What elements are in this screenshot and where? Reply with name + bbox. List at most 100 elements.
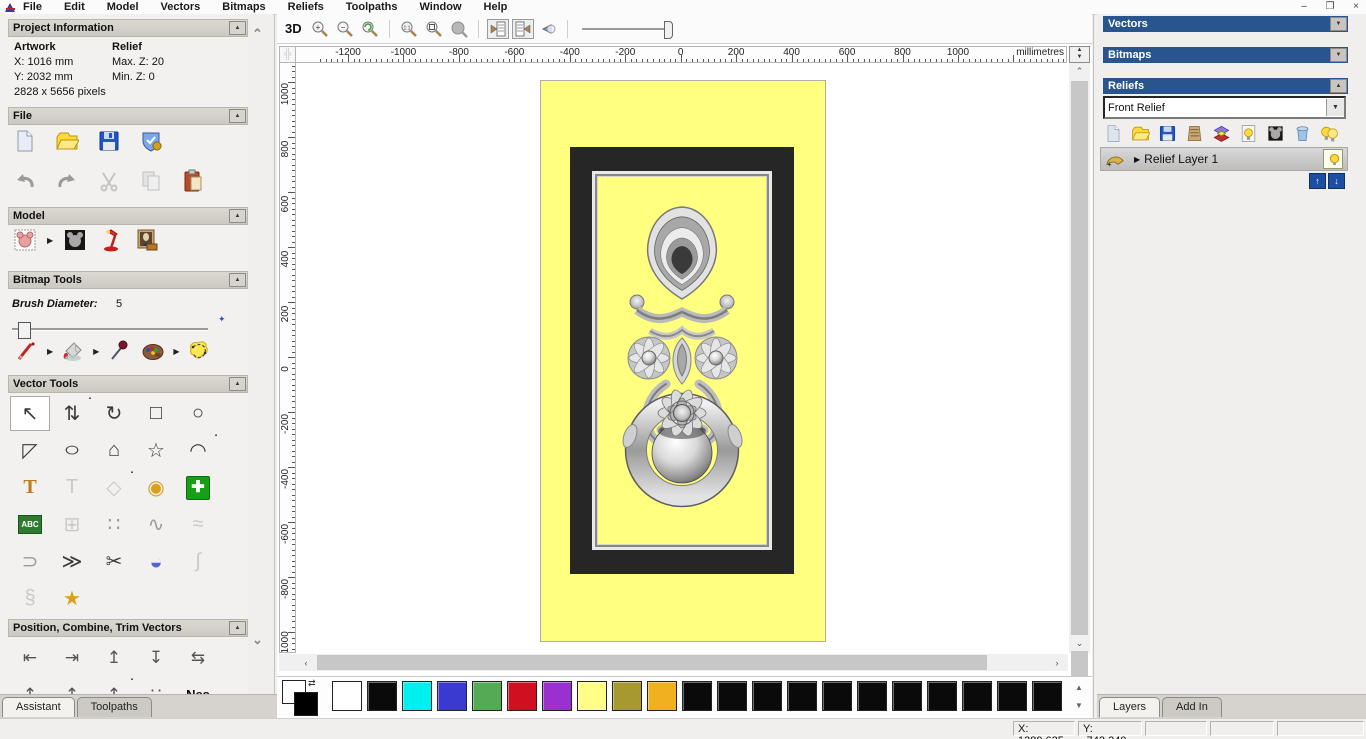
palette-swatch-19[interactable] [997,681,1027,711]
tool-align-vertical-2[interactable]: ↥ [52,677,92,696]
section-header-position-combine-trim[interactable]: Position, Combine, Trim Vectors ▲ [8,619,248,637]
menu-model[interactable]: Model [107,1,139,13]
tool-align-vertical-1[interactable]: ↥ [10,677,50,696]
scroll-left-icon[interactable]: ‹ [298,654,314,671]
zoom-1to1-icon[interactable]: 1:1 [398,18,420,40]
tab-toolpaths[interactable]: Toolpaths [76,697,152,717]
toggle-left-panel-icon[interactable] [486,18,509,39]
lighting-icon[interactable] [96,226,126,254]
tool-envelope-distort[interactable]: ⊞ [52,507,92,542]
collapse-section-icon[interactable]: ▲ [229,109,246,123]
merge-layers-icon[interactable] [1211,122,1232,144]
tool-select-vectors[interactable]: ↖ [10,396,50,431]
palette-scroll-down-icon[interactable]: ▼ [1072,699,1086,712]
paste-icon[interactable] [178,167,208,195]
tool-trim-vectors[interactable]: ✂ [94,544,134,579]
tab-layers[interactable]: Layers [1099,697,1161,717]
tool-create-arc[interactable]: ◠ ▪ [178,433,218,468]
tool-fillet-tool[interactable]: ◒ [136,544,176,579]
toggle-all-visibility-icon[interactable] [1319,122,1340,144]
tab-add-in[interactable]: Add In [1162,697,1222,717]
tool-nesting[interactable]: Nes [178,677,218,695]
section-header-vector-tools[interactable]: Vector Tools ▲ [8,375,248,393]
new-model-icon[interactable] [10,127,40,155]
flyout-arrow-icon[interactable]: ▶ [47,236,53,245]
secondary-colour-swatch[interactable] [294,692,318,716]
tool-create-vector-text[interactable]: T [10,470,50,505]
copy-icon[interactable] [136,167,166,195]
vectors-panel-header[interactable]: Vectors ▼ [1103,16,1348,32]
scroll-up-icon[interactable]: ⌃ [1069,63,1090,79]
scroll-up-icon[interactable]: ⌃ [252,26,263,42]
palette-swatch-3[interactable] [437,681,467,711]
layer-visibility-icon[interactable] [1238,122,1259,144]
combo-dropdown-icon[interactable]: ▼ [1326,99,1344,116]
menu-help[interactable]: Help [484,1,508,13]
slider-handle[interactable] [663,20,673,39]
menu-edit[interactable]: Edit [64,1,85,13]
tool-create-ellipse[interactable]: ○ [52,433,92,468]
palette-swatch-14[interactable] [822,681,852,711]
undo-icon[interactable] [10,167,40,195]
collapse-section-icon[interactable]: ▲ [229,209,246,223]
palette-swatch-10[interactable] [682,681,712,711]
open-layer-icon[interactable] [1130,122,1151,144]
tool-spline-vectors[interactable]: § [10,581,50,616]
expand-panel-icon[interactable]: ▼ [1330,48,1347,62]
layer-visibility-button[interactable] [1323,149,1343,169]
toggle-right-panel-icon[interactable] [511,18,534,39]
menu-vectors[interactable]: Vectors [161,1,201,13]
paint-icon[interactable] [12,337,42,365]
palette-swatch-20[interactable] [1032,681,1062,711]
save-model-icon[interactable] [94,127,124,155]
collapse-panel-icon[interactable]: ▲ [1330,79,1347,93]
section-header-file[interactable]: File ▲ [8,107,248,125]
greyscale-layer-icon[interactable] [1265,122,1286,144]
relief-selector-combo[interactable]: Front Relief ▼ [1103,96,1346,119]
palette-swatch-18[interactable] [962,681,992,711]
tool-block-model-tool[interactable]: ✚ [178,470,218,505]
menu-window[interactable]: Window [419,1,461,13]
move-layer-up-button[interactable]: ↑ [1309,173,1326,189]
collapse-section-icon[interactable]: ▲ [229,621,246,635]
minimize-button[interactable]: – [1296,1,1312,13]
preferences-icon[interactable] [136,127,166,155]
flood-fill-icon[interactable] [58,337,88,365]
scroll-right-icon[interactable]: › [1049,654,1065,671]
palette-swatch-0[interactable] [332,681,362,711]
zoom-fit-icon[interactable] [423,18,445,40]
pan-zoom-icon[interactable] [537,18,559,40]
tool-create-polygon[interactable]: ⌂ [94,433,134,468]
section-header-bitmap-tools[interactable]: Bitmap Tools ▲ [8,271,248,289]
palette-swatch-2[interactable] [402,681,432,711]
tool-align-left[interactable]: ⇤ [10,640,50,675]
relief-layer-row[interactable]: + ▶ Relief Layer 1 [1100,147,1348,171]
tab-assistant[interactable]: Assistant [2,697,75,717]
palette-swatch-9[interactable] [647,681,677,711]
tool-paste-text-blocks[interactable]: ABC [10,507,50,542]
tool-node-editing[interactable]: ⇅ ▪ [52,396,92,431]
palette-swatch-8[interactable] [612,681,642,711]
move-layer-down-button[interactable]: ↓ [1328,173,1345,189]
relief-texture-icon[interactable] [1184,122,1205,144]
tool-align-top[interactable]: ↥ [94,640,134,675]
greyscale-from-model-icon[interactable] [10,226,40,254]
tool-create-rectangle[interactable]: □ [136,396,176,431]
tool-offset-vectors[interactable]: ◇ ▪ [94,470,134,505]
vscroll-thumb[interactable] [1071,81,1088,681]
tool-create-polyline[interactable]: ◸ [10,433,50,468]
palette-swatch-6[interactable] [542,681,572,711]
palette-swatch-11[interactable] [717,681,747,711]
tool-align-right[interactable]: ⇥ [52,640,92,675]
tool-sharpen-corner[interactable]: ≫ [52,544,92,579]
horizontal-scrollbar[interactable]: ‹ › [279,654,1068,671]
tool-join-vectors[interactable]: ∫ [178,544,218,579]
greyscale-preview-icon[interactable] [60,226,90,254]
tool-paste-along-curve[interactable]: ∷ [94,507,134,542]
tool-wrap-text-round-curve[interactable]: T [52,470,92,505]
hscroll-thumb[interactable] [317,655,987,670]
ruler-corner-crosshair-icon[interactable]: ╬ [279,46,296,63]
delete-layer-icon[interactable] [1292,122,1313,144]
pick-colour-icon[interactable] [104,337,134,365]
vertical-scrollbar[interactable]: ⌃ ⌄ [1069,63,1090,681]
